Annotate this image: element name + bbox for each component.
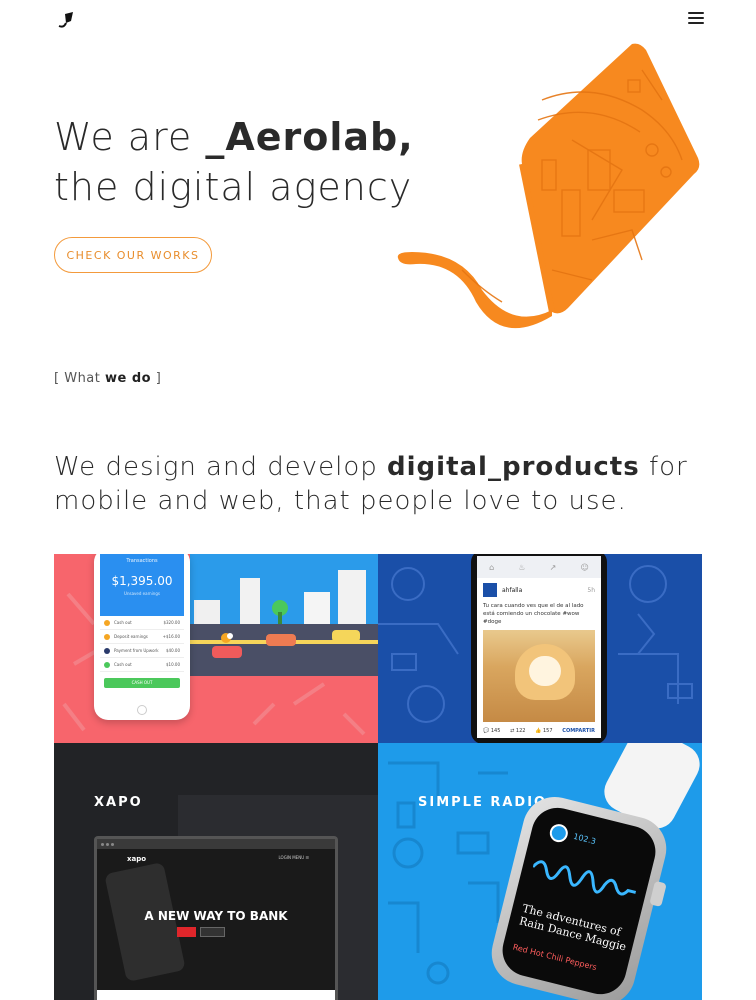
phone-home-button xyxy=(137,705,147,715)
phone-balance-caption: Unsaved earnings xyxy=(124,591,160,596)
tag-bracket-open: [ xyxy=(54,371,65,386)
transaction-label: Cash out xyxy=(114,620,132,625)
hero-title: We are _Aerolab, the digital agency xyxy=(54,112,414,212)
tag-what: What xyxy=(64,371,106,386)
post-stats: 💬 145 ⇄ 122 👍 157 COMPARTIR xyxy=(477,722,601,740)
radio-frequency: 102.3 xyxy=(572,831,597,847)
comments-count: 💬 145 xyxy=(483,728,501,734)
intro-bold: digital_products xyxy=(387,452,640,482)
xapo-secondary-button xyxy=(199,927,226,937)
xapo-logo: xapo xyxy=(127,855,147,863)
aerolab-logo[interactable] xyxy=(55,10,77,32)
intro-suffix: for xyxy=(639,452,688,482)
post-username: ahfalla xyxy=(502,586,523,594)
project-tile-payments[interactable]: Transactions $1,395.00 Unsaved earnings … xyxy=(54,554,378,743)
transaction-label: Payment from Upwork xyxy=(114,648,159,653)
transaction-amount: $10.00 xyxy=(166,662,180,667)
check-our-works-button[interactable]: CHECK OUR WORKS xyxy=(54,237,212,273)
radio-icon xyxy=(547,822,570,845)
transaction-amount: $40.00 xyxy=(166,648,180,653)
phone-tabbar: ⌂ ♨ ↗ ☺ xyxy=(477,556,601,578)
social-phone-mockup: ⌂ ♨ ↗ ☺ ahfalla 5h Tu cara cuando ves que el… xyxy=(471,554,607,743)
transaction-row: Cash out $320.00 xyxy=(100,616,184,630)
hamburger-menu-icon[interactable] xyxy=(688,12,704,28)
share-label: COMPARTIR xyxy=(562,728,595,734)
avatar xyxy=(483,583,497,597)
transaction-dot-icon xyxy=(104,619,110,626)
likes-value: 157 xyxy=(543,728,553,734)
tag-we-do: we do xyxy=(105,371,152,386)
sound-wave-icon xyxy=(531,860,637,896)
project-tile-simple-radio[interactable]: SIMPLE RADIO 102.3 The adventures of Rai… xyxy=(378,743,702,1000)
transaction-row: Payment from Upwork $40.00 xyxy=(100,644,184,658)
transaction-label: Cash out xyxy=(114,662,132,667)
cash-out-button: CASH OUT xyxy=(104,678,180,688)
transaction-dot-icon xyxy=(104,633,110,640)
transaction-amount: +$16.00 xyxy=(162,634,180,639)
transaction-amount: $320.00 xyxy=(163,620,180,625)
likes-count: 👍 157 xyxy=(535,728,553,734)
orange-kite-city-illustration xyxy=(397,43,700,329)
payments-phone-mockup: Transactions $1,395.00 Unsaved earnings … xyxy=(94,554,190,720)
fire-icon: ♨ xyxy=(518,562,526,572)
kite-logo-icon xyxy=(58,12,73,28)
profile-icon: ☺ xyxy=(580,562,589,572)
hero-brand: _Aerolab, xyxy=(205,115,414,159)
phone-balance: $1,395.00 xyxy=(111,574,173,588)
transaction-dot-icon xyxy=(104,647,110,654)
xapo-nav: LOGIN MENU ☰ xyxy=(278,855,309,860)
home-icon: ⌂ xyxy=(489,562,495,572)
xapo-laptop-mockup: xapo LOGIN MENU ☰ A NEW WAY TO BANK xyxy=(94,836,338,1000)
transaction-label: Deposit earnings xyxy=(114,634,148,639)
project-title-xapo: XAPO xyxy=(94,795,143,810)
transaction-row: Cash out $10.00 xyxy=(100,658,184,672)
intro-text: We design and develop digital_products f… xyxy=(54,450,694,518)
doge-photo xyxy=(483,630,595,722)
tag-bracket-close: ] xyxy=(151,371,162,386)
xapo-headline: A NEW WAY TO BANK xyxy=(144,909,288,923)
projects-grid: Transactions $1,395.00 Unsaved earnings … xyxy=(54,554,702,1000)
hero-subtitle: the digital agency xyxy=(54,165,413,209)
project-tile-xapo[interactable]: XAPO xapo LOGIN MENU ☰ A NEW WAY TO BANK xyxy=(54,743,378,1000)
project-tile-social[interactable]: ⌂ ♨ ↗ ☺ ahfalla 5h Tu cara cuando ves que el… xyxy=(378,554,702,743)
reposts-value: 122 xyxy=(515,728,526,734)
comments-value: 145 xyxy=(490,728,501,734)
hero-title-prefix: We are xyxy=(54,115,206,159)
post-text: Tu cara cuando ves que el de al lado est… xyxy=(483,603,584,625)
phone-screen-title: Transactions xyxy=(126,558,158,564)
project-title-simple-radio: SIMPLE RADIO xyxy=(418,795,548,810)
xapo-primary-button xyxy=(177,927,196,937)
post-time: 5h xyxy=(587,586,595,594)
transaction-dot-icon xyxy=(104,661,110,668)
transaction-row: Deposit earnings +$16.00 xyxy=(100,630,184,644)
intro-prefix: We design and develop xyxy=(54,452,388,482)
section-tag: [ What we do ] xyxy=(54,371,161,386)
song-artist: Red Hot Chili Peppers xyxy=(511,942,598,973)
reposts-count: ⇄ 122 xyxy=(510,728,526,734)
post-author: ahfalla 5h xyxy=(477,578,601,602)
trend-icon: ↗ xyxy=(549,562,557,572)
intro-line2: mobile and web, that people love to use. xyxy=(54,486,627,516)
